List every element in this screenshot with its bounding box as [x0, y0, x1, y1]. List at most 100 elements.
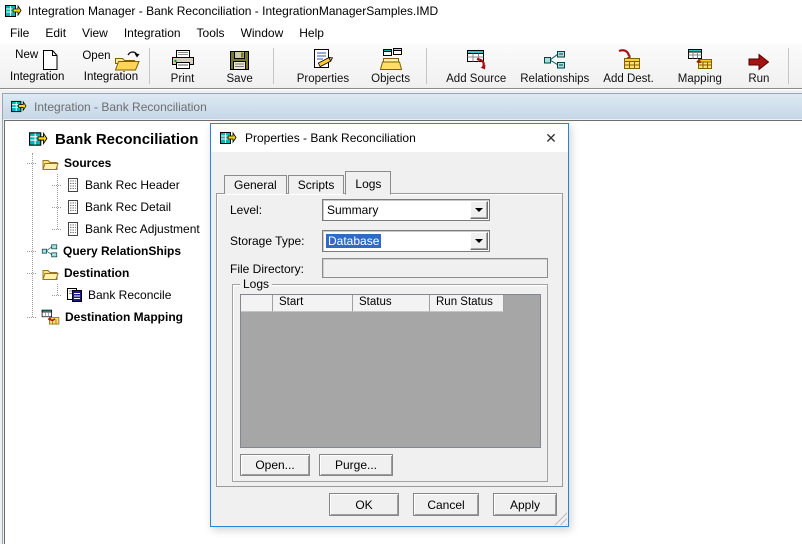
- new-integration-icon: [43, 50, 58, 70]
- apply-button[interactable]: Apply: [493, 493, 557, 516]
- level-label: Level:: [230, 203, 263, 217]
- tree-item-label: Query RelationShips: [63, 244, 182, 258]
- chevron-down-icon[interactable]: [470, 232, 488, 250]
- toolbar-separator: [787, 48, 789, 84]
- close-icon[interactable]: ✕: [534, 124, 568, 152]
- open-integration-button[interactable]: Open Integration: [80, 49, 141, 84]
- app-icon: [29, 131, 48, 146]
- tree-item-label: Bank Rec Detail: [85, 200, 172, 214]
- folder-icon: [42, 269, 59, 280]
- tree-connector: [57, 174, 58, 229]
- save-button[interactable]: Save: [223, 46, 257, 86]
- tree-item-label: Sources: [64, 156, 112, 170]
- storage-type-combobox[interactable]: Database: [322, 230, 490, 252]
- open-integration-icon: [114, 50, 140, 70]
- file-directory-input[interactable]: [322, 258, 548, 278]
- dialog-title: Properties - Bank Reconciliation: [245, 131, 416, 145]
- column-header-filler: [504, 295, 540, 312]
- tab-scripts[interactable]: Scripts: [287, 175, 345, 194]
- mapping-icon: [687, 49, 712, 69]
- tree-item-label: Bank Rec Adjustment: [85, 222, 200, 236]
- purge-button[interactable]: Purge...: [319, 454, 393, 476]
- print-label: Print: [170, 73, 195, 85]
- print-button[interactable]: Print: [167, 46, 199, 86]
- tree-item-label: Bank Reconcile: [88, 288, 172, 302]
- properties-dialog: Properties - Bank Reconciliation ✕ Gener…: [210, 123, 569, 527]
- tree-root-label: Bank Reconciliation: [55, 130, 199, 148]
- mapping-icon: [41, 309, 60, 324]
- objects-icon: [379, 48, 402, 70]
- tab-logs[interactable]: Logs: [345, 171, 392, 195]
- column-header-blank[interactable]: [241, 295, 273, 312]
- app-icon: [5, 4, 22, 17]
- toolbar: New Integration Open Integration Print S…: [0, 44, 802, 89]
- document-icon: [68, 222, 78, 236]
- tree-item-label: Destination Mapping: [65, 310, 183, 324]
- column-header-start[interactable]: Start: [273, 295, 353, 312]
- logs-listview: Start Status Run Status: [240, 294, 541, 448]
- chevron-down-icon[interactable]: [470, 201, 488, 219]
- run-button[interactable]: Run: [744, 46, 774, 86]
- level-combobox[interactable]: Summary: [322, 199, 490, 221]
- properties-icon: [313, 49, 334, 68]
- logs-table-header: Start Status Run Status: [241, 295, 540, 312]
- objects-label: Objects: [371, 73, 411, 85]
- menu-item-integration[interactable]: Integration: [116, 23, 189, 43]
- tree-item-label: Bank Rec Header: [85, 178, 180, 192]
- menu-bar: File Edit View Integration Tools Window …: [0, 22, 802, 44]
- document-icon: [68, 178, 78, 192]
- open-integration-label-2: Integration: [83, 70, 139, 83]
- toolbar-separator: [148, 48, 150, 84]
- tables-icon: [67, 288, 82, 302]
- document-window-titlebar: Integration - Bank Reconciliation: [3, 94, 802, 119]
- properties-button[interactable]: Properties: [293, 46, 353, 86]
- dialog-tabs: General Scripts Logs: [224, 170, 392, 195]
- folder-icon: [42, 159, 59, 170]
- menu-item-window[interactable]: Window: [233, 23, 292, 43]
- logs-tab-panel: Level: Summary Storage Type: Database Fi…: [216, 193, 563, 487]
- level-value: Summary: [327, 203, 379, 217]
- file-directory-label: File Directory:: [230, 262, 305, 276]
- relationships-button[interactable]: Relationships: [516, 46, 593, 86]
- add-source-button[interactable]: Add Source: [442, 46, 510, 86]
- menu-item-help[interactable]: Help: [291, 23, 332, 43]
- tree-connector: [57, 284, 58, 295]
- tab-general[interactable]: General: [224, 175, 287, 194]
- storage-type-label: Storage Type:: [230, 234, 305, 248]
- menu-item-tools[interactable]: Tools: [189, 23, 233, 43]
- properties-label: Properties: [296, 73, 350, 85]
- window-title: Integration Manager - Bank Reconciliatio…: [28, 4, 439, 18]
- column-header-status[interactable]: Status: [353, 295, 430, 312]
- save-icon: [230, 51, 250, 70]
- document-icon: [68, 200, 78, 214]
- mapping-label: Mapping: [677, 73, 722, 85]
- tree-item-label: Destination: [64, 266, 130, 280]
- add-dest-label: Add Dest.: [603, 73, 654, 85]
- new-integration-button[interactable]: New Integration: [8, 48, 66, 84]
- toolbar-separator: [426, 48, 428, 84]
- open-button[interactable]: Open...: [240, 454, 310, 476]
- menu-item-edit[interactable]: Edit: [37, 23, 74, 43]
- objects-button[interactable]: Objects: [367, 46, 414, 86]
- run-icon: [748, 53, 770, 71]
- menu-item-file[interactable]: File: [2, 23, 37, 43]
- tree-connector: [32, 153, 33, 317]
- column-header-run-status[interactable]: Run Status: [430, 295, 504, 312]
- add-source-label: Add Source: [446, 73, 507, 85]
- cancel-button[interactable]: Cancel: [413, 493, 479, 516]
- ok-button[interactable]: OK: [329, 493, 399, 516]
- menu-item-view[interactable]: View: [74, 23, 116, 43]
- print-icon: [171, 50, 194, 69]
- save-label: Save: [226, 73, 253, 85]
- add-dest-icon: [618, 49, 640, 69]
- app-icon: [220, 131, 237, 144]
- open-integration-label-1: Open: [82, 49, 111, 62]
- relationships-label: Relationships: [520, 73, 590, 85]
- add-dest-button[interactable]: Add Dest.: [599, 46, 658, 86]
- add-source-icon: [467, 50, 486, 70]
- new-integration-label-2: Integration: [10, 71, 65, 83]
- mapping-button[interactable]: Mapping: [674, 46, 726, 86]
- relationships-icon: [41, 244, 58, 258]
- toolbar-separator: [272, 48, 274, 84]
- new-integration-label-1: New: [15, 49, 39, 61]
